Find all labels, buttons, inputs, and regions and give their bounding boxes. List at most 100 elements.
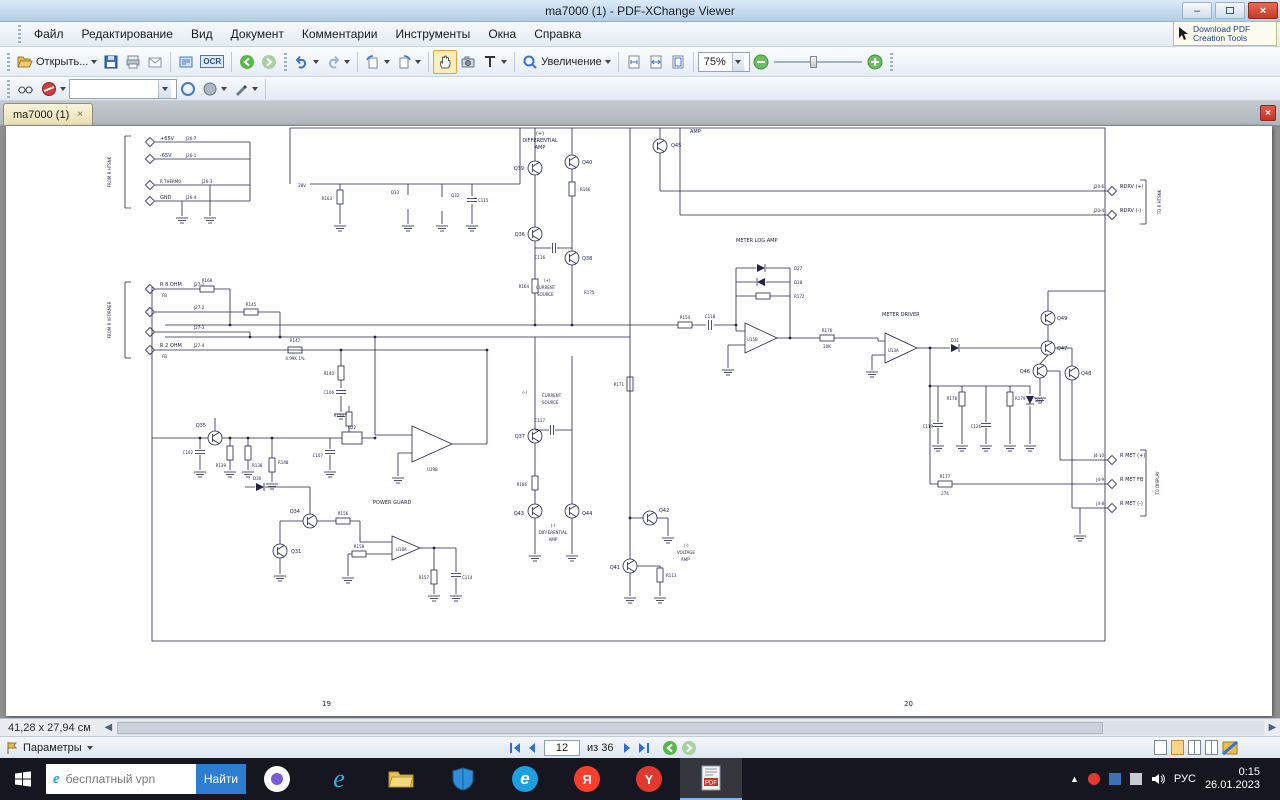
fit-width-button[interactable] <box>645 50 667 74</box>
maximize-button[interactable] <box>1215 2 1245 19</box>
schematic-label: 20K <box>823 344 831 349</box>
zoom-slider[interactable] <box>772 52 864 72</box>
schematic-label: RDRV (+) <box>1120 184 1144 190</box>
schematic-label: R139 <box>216 463 227 468</box>
parameters-group[interactable]: Параметры <box>0 741 93 755</box>
tray-expand-icon[interactable]: ▲ <box>1070 774 1079 784</box>
scroll-right-button[interactable]: ▶ <box>1265 720 1280 735</box>
undo-button[interactable] <box>291 50 322 74</box>
document-area[interactable]: +65V J26-7 -65V J26-1 R THERMO J26-3 GND J26-4 F… <box>0 126 1280 718</box>
last-page-icon[interactable] <box>637 742 651 754</box>
menu-help[interactable]: Справка <box>525 24 590 44</box>
previous-view-icon[interactable] <box>662 740 678 756</box>
toolbar-grip[interactable] <box>18 25 21 43</box>
toolbar-grip[interactable] <box>889 52 893 71</box>
scan-button[interactable] <box>175 50 197 74</box>
ocr-button[interactable]: OCR <box>197 50 227 74</box>
combo-caret[interactable] <box>731 52 744 71</box>
zoom-slider-thumb[interactable] <box>809 55 817 68</box>
taskbar-app-edge[interactable]: e <box>494 758 556 800</box>
close-document-button[interactable]: × <box>1260 105 1276 121</box>
continuous-layout-button[interactable] <box>1171 740 1184 755</box>
rotate-right-button[interactable] <box>393 50 424 74</box>
scroll-left-button[interactable]: ◀ <box>101 720 116 735</box>
chevron-down-icon <box>91 59 98 64</box>
menu-comments[interactable]: Комментарии <box>293 24 387 44</box>
zoom-in-button[interactable] <box>864 50 886 74</box>
email-button[interactable] <box>144 50 166 74</box>
zoom-level-combo[interactable]: 75% <box>697 51 750 72</box>
previous-page-icon[interactable] <box>525 742 537 754</box>
scroll-track[interactable] <box>116 720 1264 735</box>
toolbar-grip[interactable] <box>7 52 10 71</box>
menu-view[interactable]: Вид <box>182 24 222 44</box>
download-pdf-tools-button[interactable]: Download PDF Creation Tools <box>1173 21 1277 46</box>
schematic-label: R163 <box>322 196 333 201</box>
filled-ellipse-tool-button[interactable] <box>199 77 230 101</box>
taskbar-app-security[interactable] <box>432 758 494 800</box>
snapshot-button[interactable] <box>457 50 479 74</box>
schematic-label: J27-3 <box>193 325 205 330</box>
tray-antivirus-icon[interactable] <box>1087 773 1100 785</box>
document-tab[interactable]: ma7000 (1) × <box>3 103 94 125</box>
pencil-tool-button[interactable] <box>230 77 261 101</box>
volume-icon[interactable] <box>1151 773 1165 785</box>
title-bar[interactable]: ma7000 (1) - PDF-XChange Viewer – × <box>0 0 1280 22</box>
tray-display-icon[interactable] <box>1129 773 1142 785</box>
actual-size-button[interactable] <box>623 50 645 74</box>
find-button[interactable]: Найти <box>196 764 246 794</box>
single-page-layout-button[interactable] <box>1154 740 1167 755</box>
print-button[interactable] <box>122 50 144 74</box>
toolbar-grip[interactable] <box>7 79 10 98</box>
combo-caret[interactable] <box>158 79 171 98</box>
schematic-label: J26-4 <box>185 195 197 200</box>
start-button[interactable] <box>0 758 46 800</box>
stamp-combo[interactable] <box>69 78 177 99</box>
go-forward-button[interactable] <box>258 50 280 74</box>
ellipse-tool-button[interactable] <box>177 77 199 101</box>
save-button[interactable] <box>100 50 122 74</box>
scroll-thumb[interactable] <box>116 721 1104 734</box>
zoom-out-button[interactable] <box>750 50 772 74</box>
taskbar-search-box[interactable]: е бесплатный vpn <box>46 764 196 794</box>
envelope-icon <box>148 57 162 67</box>
tray-network-icon[interactable] <box>1108 773 1121 785</box>
language-indicator[interactable]: РУС <box>1174 773 1196 785</box>
menu-edit[interactable]: Редактирование <box>73 24 182 44</box>
next-view-icon[interactable] <box>681 740 697 756</box>
rotate-left-button[interactable] <box>362 50 393 74</box>
floppy-save-icon <box>104 55 118 68</box>
zoom-in-icon <box>867 54 883 69</box>
menu-document[interactable]: Документ <box>222 24 293 44</box>
close-button[interactable]: × <box>1248 2 1278 19</box>
next-page-icon[interactable] <box>622 742 634 754</box>
redo-button[interactable] <box>322 50 353 74</box>
first-page-icon[interactable] <box>508 742 522 754</box>
facing-layout-button[interactable] <box>1188 740 1201 755</box>
menu-windows[interactable]: Окна <box>479 24 525 44</box>
continuous-facing-layout-button[interactable] <box>1205 740 1218 755</box>
menu-file[interactable]: Файл <box>25 24 73 44</box>
theme-color-button[interactable] <box>1222 740 1238 756</box>
select-text-button[interactable] <box>479 50 510 74</box>
taskbar-app-voice-assistant[interactable] <box>246 758 308 800</box>
open-button[interactable]: Открыть... <box>14 50 100 74</box>
tab-close-icon[interactable]: × <box>77 109 83 120</box>
taskbar-app-yandex-browser[interactable]: Я <box>556 758 618 800</box>
taskbar-app-yandex[interactable]: Y <box>618 758 680 800</box>
taskbar-app-file-explorer[interactable] <box>370 758 432 800</box>
page-number-input[interactable]: 12 <box>544 739 580 756</box>
go-back-button[interactable] <box>236 50 258 74</box>
minimize-icon: – <box>1193 4 1201 17</box>
fit-page-button[interactable] <box>667 50 689 74</box>
toolbar-grip[interactable] <box>284 52 288 71</box>
taskbar-clock[interactable]: 0:15 26.01.2023 <box>1205 766 1260 792</box>
minimize-button[interactable]: – <box>1182 2 1212 19</box>
zoom-tool-button[interactable]: Увеличение <box>519 50 614 74</box>
menu-tools[interactable]: Инструменты <box>386 24 479 44</box>
hand-tool-button[interactable] <box>433 49 458 74</box>
taskbar-app-pdf-viewer[interactable]: PDF <box>680 758 742 800</box>
taskbar-app-internet-explorer[interactable]: e <box>308 758 370 800</box>
reading-mode-button[interactable] <box>14 77 38 101</box>
stamp-tool-button[interactable] <box>38 77 69 101</box>
